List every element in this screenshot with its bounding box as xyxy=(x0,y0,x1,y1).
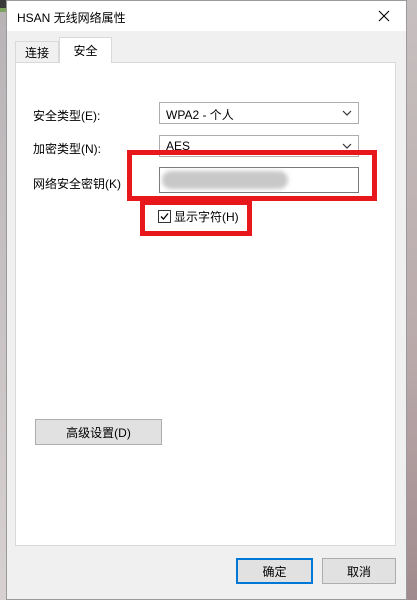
chevron-down-icon xyxy=(342,110,352,116)
tab-connection[interactable]: 连接 xyxy=(15,41,59,62)
highlight-box-key xyxy=(127,150,377,201)
close-icon xyxy=(378,10,390,22)
highlight-box-checkbox xyxy=(140,200,252,236)
security-type-value: WPA2 - 个人 xyxy=(166,108,234,122)
tab-security[interactable]: 安全 xyxy=(59,37,112,63)
wireless-properties-dialog: HSAN 无线网络属性 连接 安全 安全类型(E): WPA2 - 个人 加密类… xyxy=(6,0,407,600)
security-type-label: 安全类型(E): xyxy=(33,109,101,123)
security-type-select[interactable]: WPA2 - 个人 xyxy=(159,102,359,124)
network-key-label: 网络安全密钥(K) xyxy=(33,177,121,191)
chevron-down-icon xyxy=(342,143,352,149)
security-panel: 安全类型(E): WPA2 - 个人 加密类型(N): AES 网络安全密钥(K… xyxy=(15,62,396,546)
window-title: HSAN 无线网络属性 xyxy=(17,11,126,25)
ok-button[interactable]: 确定 xyxy=(236,558,313,584)
cancel-button[interactable]: 取消 xyxy=(322,558,396,584)
advanced-settings-button[interactable]: 高级设置(D) xyxy=(35,419,162,445)
close-button[interactable] xyxy=(362,1,406,31)
background-right-strip xyxy=(407,0,417,600)
title-bar: HSAN 无线网络属性 xyxy=(7,1,406,31)
encryption-type-label: 加密类型(N): xyxy=(33,142,101,156)
